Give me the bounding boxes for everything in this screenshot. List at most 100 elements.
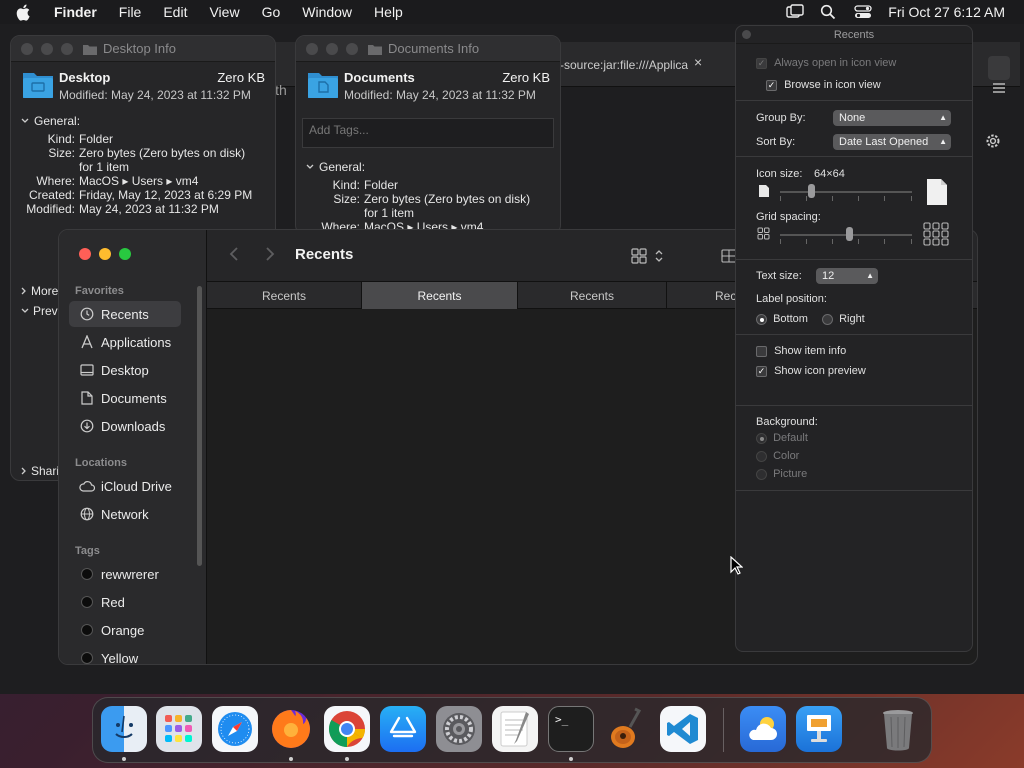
label-bottom-radio[interactable]: Bottom [756,313,808,325]
tab-close-icon[interactable]: × [694,54,702,70]
dock-vscode-icon[interactable] [660,706,706,752]
dock-firefox-icon[interactable] [268,706,314,752]
sidebar-item-label: Applications [101,334,172,350]
dock-terminal-icon[interactable]: >_ [548,706,594,752]
window-title: Documents Info [388,41,480,56]
menu-edit[interactable]: Edit [163,4,187,20]
sidebar-item-downloads[interactable]: Downloads [69,413,181,439]
menu-clock[interactable]: Fri Oct 27 6:12 AM [888,4,1005,20]
slider-tick [806,196,807,201]
dock-trash-icon[interactable] [875,706,921,752]
view-mode-button[interactable] [631,247,667,268]
icon-size-slider-knob[interactable] [808,184,815,198]
bg-picture-radio[interactable]: Picture [756,468,807,480]
back-button[interactable] [229,246,239,267]
row-key: Size: [48,146,75,160]
sharing-toggle[interactable]: Shari [21,464,59,478]
add-tags-input[interactable]: Add Tags... [302,118,554,148]
menu-go[interactable]: Go [262,4,281,20]
sidebar-tag-orange[interactable]: Orange [69,617,181,643]
gear-icon[interactable] [984,132,1002,153]
minimize-button[interactable] [326,42,338,55]
dock-textedit-icon[interactable] [492,706,538,752]
menu-window[interactable]: Window [302,4,352,20]
url-tab-label[interactable]: -source:jar:file:///Applica [560,58,688,72]
sidebar-tag-rewwrerer[interactable]: rewwrerer [69,561,181,587]
hamburger-menu-icon[interactable] [992,82,1006,97]
dock-chrome-icon[interactable] [324,706,370,752]
apple-menu-icon[interactable] [16,0,36,24]
minimize-button[interactable] [41,42,53,55]
zoom-button[interactable] [119,248,131,260]
close-button[interactable] [79,248,91,260]
dock-garageband-icon[interactable] [604,706,650,752]
close-button[interactable] [742,30,751,39]
desktop-info-titlebar[interactable]: Desktop Info [11,36,275,62]
dock-launchpad-icon[interactable] [156,706,202,752]
grid-spacing-slider-knob[interactable] [846,227,853,241]
sidebar-item-icloud-drive[interactable]: iCloud Drive [69,473,181,499]
screen-mirroring-icon[interactable] [786,4,804,20]
documents-info-titlebar[interactable]: Documents Info [296,36,560,62]
sidebar-item-applications[interactable]: Applications [69,329,181,355]
sidebar-scrollbar[interactable] [197,286,202,566]
dock-keynote-icon[interactable] [796,706,842,752]
sidebar-item-recents[interactable]: Recents [69,301,181,327]
zoom-button[interactable] [61,42,73,55]
bg-default-radio[interactable]: Default [756,432,808,444]
zoom-button[interactable] [346,42,358,55]
dock-system-preferences-icon[interactable] [436,706,482,752]
folder-icon [368,44,382,55]
tab-recents-3[interactable]: Recents [518,282,667,309]
more-info-toggle[interactable]: More [21,284,58,298]
spotlight-search-icon[interactable] [820,4,838,20]
forward-button[interactable] [265,246,275,267]
preview-toggle[interactable]: Previ [21,304,60,318]
view-options-titlebar[interactable]: Recents [736,26,972,44]
row-key: Size: [333,192,360,206]
tag-color-dot [81,624,93,636]
close-button[interactable] [306,42,318,55]
icon-size-slider-track[interactable] [780,191,912,193]
finder-sidebar: Favorites Recents Applications Desktop D… [59,230,207,665]
dock-app-store-icon[interactable] [380,706,426,752]
slider-tick [911,239,912,244]
tab-recents-2[interactable]: Recents [362,282,518,309]
dock-finder-icon[interactable] [101,706,147,752]
group-by-select[interactable]: None ▲ [833,110,951,126]
general-section-toggle[interactable]: General: [21,114,275,128]
sort-by-select[interactable]: Date Last Opened ▲ [833,134,951,150]
sidebar-tag-yellow[interactable]: Yellow [69,645,181,665]
sidebar-item-desktop[interactable]: Desktop [69,357,181,383]
menu-help[interactable]: Help [374,4,403,20]
tag-color-dot [81,568,93,580]
sidebar-item-documents[interactable]: Documents [69,385,181,411]
always-open-checkbox[interactable]: ✓ Always open in icon view [756,57,896,69]
text-size-select[interactable]: 12 ▲ [816,268,878,284]
dock-safari-icon[interactable] [212,706,258,752]
browse-icon-view-checkbox[interactable]: ✓ Browse in icon view [766,79,881,91]
bg-color-radio[interactable]: Color [756,450,799,462]
menu-view[interactable]: View [209,4,239,20]
sidebar-tag-red[interactable]: Red [69,589,181,615]
menu-file[interactable]: File [119,4,142,20]
show-icon-preview-checkbox[interactable]: ✓ Show icon preview [756,365,866,377]
select-value: Date Last Opened [839,136,929,148]
group-by-label: Group By: [756,112,806,124]
tab-recents-1[interactable]: Recents [207,282,362,309]
dock-weather-icon[interactable] [740,706,786,752]
large-grid-icon [923,222,949,249]
dock: >_ [92,697,932,763]
close-button[interactable] [21,42,33,55]
minimize-button[interactable] [99,248,111,260]
sidebar-item-network[interactable]: Network [69,501,181,527]
show-item-info-checkbox[interactable]: Show item info [756,345,846,357]
sidebar-item-label: Yellow [101,650,139,665]
general-section-toggle[interactable]: General: [306,160,560,174]
label-right-radio[interactable]: Right [822,313,865,325]
checkbox-box [756,345,767,357]
pinned-tab[interactable] [988,56,1010,80]
radio-circle [756,432,767,444]
control-center-icon[interactable] [854,4,872,20]
menu-app-finder[interactable]: Finder [54,4,97,20]
